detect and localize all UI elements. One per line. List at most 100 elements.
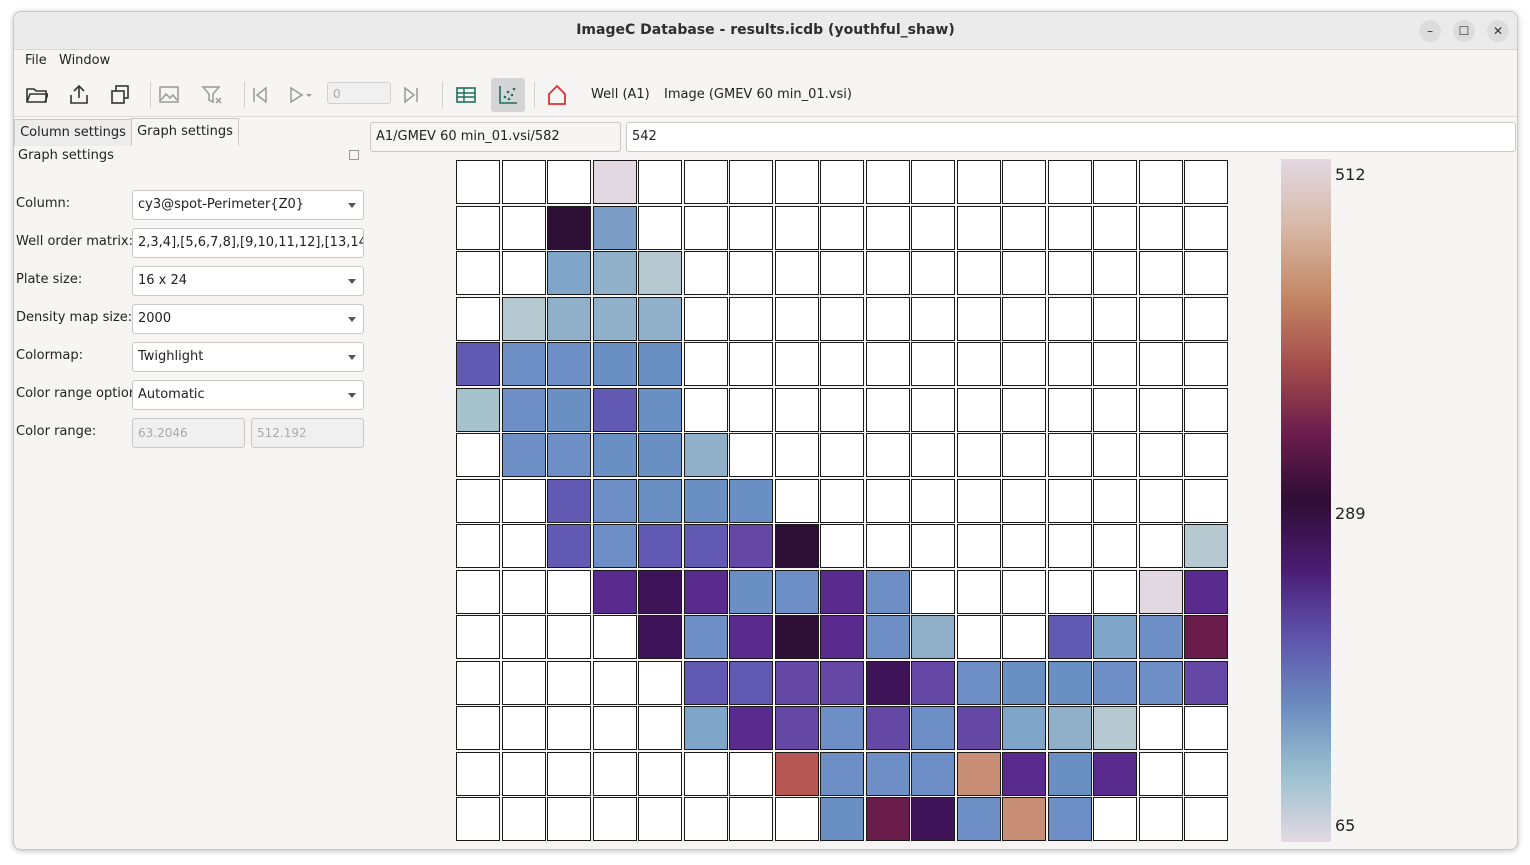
- open-folder-icon[interactable]: [20, 78, 54, 112]
- well-cell[interactable]: [1002, 478, 1046, 523]
- well-cell[interactable]: [547, 751, 591, 796]
- well-cell[interactable]: [956, 797, 1001, 841]
- well-cell[interactable]: [1184, 296, 1228, 341]
- well-cell[interactable]: [820, 524, 864, 568]
- well-cell[interactable]: [1093, 615, 1137, 659]
- well-cell[interactable]: [1184, 660, 1228, 705]
- well-cell[interactable]: [683, 342, 728, 386]
- well-cell[interactable]: [1138, 205, 1183, 250]
- well-cell[interactable]: [638, 251, 682, 295]
- well-cell[interactable]: [774, 615, 819, 659]
- well-cell[interactable]: [820, 797, 864, 841]
- well-cell[interactable]: [683, 478, 728, 523]
- table-view-icon[interactable]: [449, 78, 483, 112]
- well-cell[interactable]: [1047, 797, 1092, 841]
- well-cell[interactable]: [683, 160, 728, 204]
- well-cell[interactable]: [1002, 205, 1046, 250]
- well-cell[interactable]: [820, 706, 864, 750]
- well-cell[interactable]: [592, 387, 637, 432]
- image-label[interactable]: Image (GMEV 60 min_01.vsi): [664, 87, 852, 102]
- well-cell[interactable]: [501, 660, 546, 705]
- well-cell[interactable]: [547, 251, 591, 295]
- menu-file[interactable]: File: [25, 53, 47, 68]
- well-cell[interactable]: [956, 569, 1001, 614]
- well-cell[interactable]: [911, 751, 955, 796]
- well-cell[interactable]: [683, 797, 728, 841]
- well-cell[interactable]: [865, 160, 910, 204]
- well-cell[interactable]: [956, 387, 1001, 432]
- well-cell[interactable]: [956, 615, 1001, 659]
- well-cell[interactable]: [1002, 524, 1046, 568]
- well-cell[interactable]: [1047, 296, 1092, 341]
- color-range-option-combo[interactable]: Automatic: [132, 380, 364, 410]
- well-cell[interactable]: [729, 478, 773, 523]
- well-cell[interactable]: [956, 205, 1001, 250]
- well-cell[interactable]: [729, 433, 773, 477]
- well-cell[interactable]: [1093, 205, 1137, 250]
- well-cell[interactable]: [1002, 160, 1046, 204]
- well-cell[interactable]: [1184, 387, 1228, 432]
- well-cell[interactable]: [501, 524, 546, 568]
- well-cell[interactable]: [911, 524, 955, 568]
- page-spinbox[interactable]: 0: [327, 82, 391, 104]
- well-cell[interactable]: [547, 478, 591, 523]
- well-cell[interactable]: [911, 706, 955, 750]
- well-cell[interactable]: [865, 478, 910, 523]
- well-cell[interactable]: [956, 524, 1001, 568]
- well-cell[interactable]: [956, 751, 1001, 796]
- well-cell[interactable]: [1184, 251, 1228, 295]
- well-cell[interactable]: [547, 205, 591, 250]
- last-page-icon[interactable]: [394, 78, 428, 112]
- well-cell[interactable]: [456, 569, 500, 614]
- well-cell[interactable]: [729, 296, 773, 341]
- well-cell[interactable]: [501, 615, 546, 659]
- well-cell[interactable]: [1138, 660, 1183, 705]
- well-cell[interactable]: [865, 342, 910, 386]
- well-cell[interactable]: [501, 296, 546, 341]
- well-cell[interactable]: [774, 660, 819, 705]
- well-cell[interactable]: [547, 342, 591, 386]
- well-cell[interactable]: [1047, 569, 1092, 614]
- well-cell[interactable]: [774, 478, 819, 523]
- well-cell[interactable]: [501, 251, 546, 295]
- well-cell[interactable]: [1047, 524, 1092, 568]
- well-cell[interactable]: [1138, 251, 1183, 295]
- well-cell[interactable]: [1093, 751, 1137, 796]
- well-cell[interactable]: [774, 296, 819, 341]
- well-cell[interactable]: [729, 251, 773, 295]
- well-cell[interactable]: [911, 205, 955, 250]
- well-cell[interactable]: [592, 251, 637, 295]
- well-cell[interactable]: [1184, 524, 1228, 568]
- well-cell[interactable]: [1138, 478, 1183, 523]
- well-cell[interactable]: [820, 751, 864, 796]
- well-cell[interactable]: [729, 160, 773, 204]
- well-cell[interactable]: [956, 342, 1001, 386]
- well-cell[interactable]: [1002, 706, 1046, 750]
- well-cell[interactable]: [592, 160, 637, 204]
- well-cell[interactable]: [592, 660, 637, 705]
- well-cell[interactable]: [1138, 433, 1183, 477]
- well-cell[interactable]: [456, 478, 500, 523]
- well-cell[interactable]: [911, 660, 955, 705]
- well-cell[interactable]: [1138, 569, 1183, 614]
- well-cell[interactable]: [592, 751, 637, 796]
- well-cell[interactable]: [956, 706, 1001, 750]
- well-cell[interactable]: [1184, 205, 1228, 250]
- well-cell[interactable]: [1047, 387, 1092, 432]
- well-cell[interactable]: [501, 433, 546, 477]
- well-cell[interactable]: [547, 387, 591, 432]
- well-cell[interactable]: [1093, 160, 1137, 204]
- well-cell[interactable]: [638, 706, 682, 750]
- well-cell[interactable]: [1002, 296, 1046, 341]
- well-cell[interactable]: [683, 660, 728, 705]
- well-cell[interactable]: [638, 524, 682, 568]
- well-cell[interactable]: [1047, 660, 1092, 705]
- well-cell[interactable]: [956, 251, 1001, 295]
- menu-window[interactable]: Window: [59, 53, 110, 68]
- tab-column-settings[interactable]: Column settings: [14, 119, 132, 146]
- well-cell[interactable]: [820, 160, 864, 204]
- well-cell[interactable]: [547, 160, 591, 204]
- export-icon[interactable]: [62, 78, 96, 112]
- well-cell[interactable]: [956, 296, 1001, 341]
- well-cell[interactable]: [820, 569, 864, 614]
